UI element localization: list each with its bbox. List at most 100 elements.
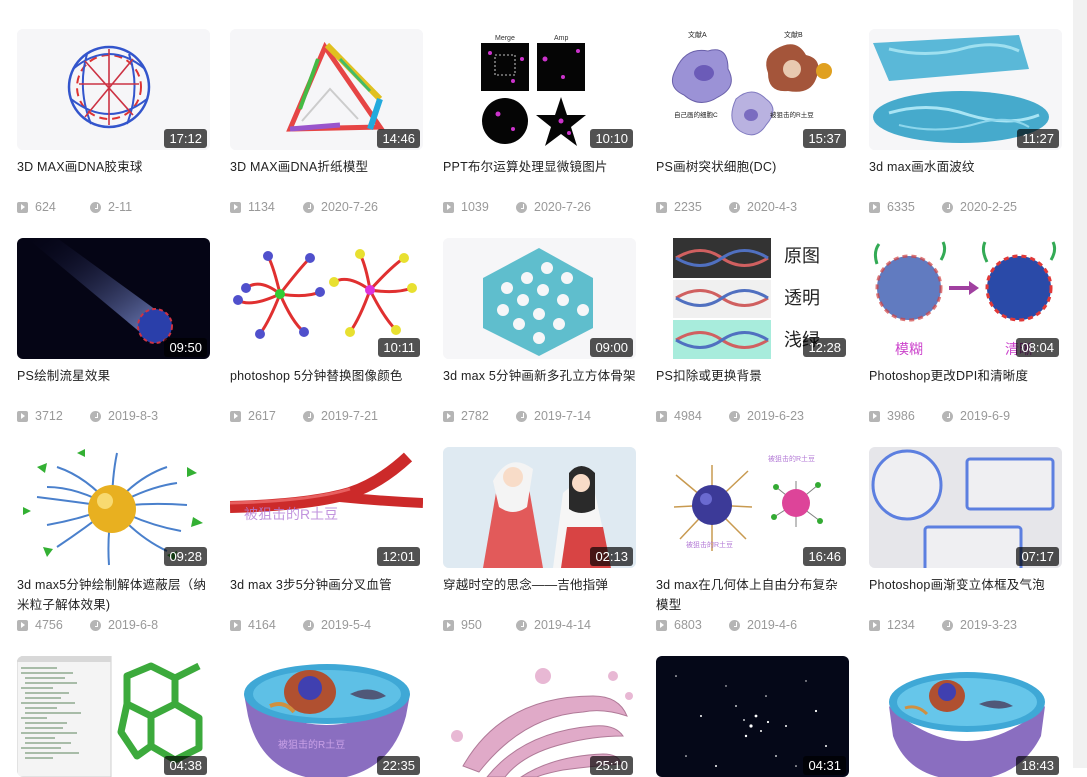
video-title[interactable]: PPT布尔运算处理显微镜图片 bbox=[443, 157, 636, 197]
video-title[interactable]: Photoshop画渐变立体框及气泡 bbox=[869, 575, 1062, 615]
video-title[interactable]: 3D MAX画DNA胶束球 bbox=[17, 157, 210, 197]
video-card[interactable]: 14:46 3D MAX画DNA折纸模型 1134 2020-7-26 bbox=[230, 29, 423, 215]
video-card[interactable]: 被狙击的R土豆 22:35 bbox=[230, 656, 423, 777]
video-card[interactable]: 09:28 3d max5分钟绘制解体遮蔽层（纳米粒子解体效果) 4756 20… bbox=[17, 447, 210, 633]
play-count-icon bbox=[869, 201, 880, 213]
video-card[interactable]: 原图 透明 浅绿 12:28 PS扣除或更换背景 4984 2019-6-23 bbox=[656, 238, 849, 424]
video-card[interactable]: 04:38 bbox=[17, 656, 210, 777]
clock-icon bbox=[729, 619, 740, 631]
clock-icon bbox=[90, 201, 101, 213]
upload-date: 2019-3-23 bbox=[960, 618, 1017, 632]
view-count: 950 bbox=[461, 618, 482, 632]
play-count-icon bbox=[443, 410, 454, 422]
video-card[interactable]: 模糊 清晰 08:04 Photoshop更改DPI和清晰度 3986 2019… bbox=[869, 238, 1062, 424]
video-thumbnail[interactable]: 原图 透明 浅绿 12:28 bbox=[656, 238, 849, 359]
duration-badge: 09:28 bbox=[164, 547, 207, 566]
watermark-text: 被狙击的R土豆 bbox=[244, 506, 338, 522]
upload-date: 2019-4-6 bbox=[747, 618, 798, 632]
video-thumbnail[interactable]: Merge Amp 10:10 bbox=[443, 29, 636, 150]
video-card[interactable]: 09:50 PS绘制流星效果 3712 2019-8-3 bbox=[17, 238, 210, 424]
video-card[interactable]: 02:13 穿越时空的思念——吉他指弹 950 2019-4-14 bbox=[443, 447, 636, 633]
video-title[interactable]: photoshop 5分钟替换图像颜色 bbox=[230, 366, 423, 406]
clock-icon bbox=[729, 410, 740, 422]
label-c: 自己画的细胞C bbox=[674, 110, 718, 119]
video-card[interactable]: 04:31 bbox=[656, 656, 849, 777]
video-title[interactable]: 穿越时空的思念——吉他指弹 bbox=[443, 575, 636, 615]
video-thumbnail[interactable]: 被狙击的R土豆 22:35 bbox=[230, 656, 423, 777]
label-original: 原图 bbox=[784, 246, 820, 266]
video-card[interactable]: 文献A 文献B 自己画的细胞C 被狙击的R土豆 15:37 PS画树突状细胞(D… bbox=[656, 29, 849, 215]
video-title[interactable]: 3d max 3步5分钟画分叉血管 bbox=[230, 575, 423, 615]
duration-badge: 12:28 bbox=[803, 338, 846, 357]
view-count: 4756 bbox=[35, 618, 63, 632]
video-thumbnail[interactable]: 02:13 bbox=[443, 447, 636, 568]
upload-date: 2019-4-14 bbox=[534, 618, 591, 632]
clock-icon bbox=[516, 201, 527, 213]
scrollbar-track[interactable] bbox=[1073, 0, 1087, 768]
duration-badge: 17:12 bbox=[164, 129, 207, 148]
video-meta: 3986 2019-6-9 bbox=[869, 408, 1062, 424]
video-thumbnail[interactable]: 模糊 清晰 08:04 bbox=[869, 238, 1062, 359]
video-card[interactable]: 10:11 photoshop 5分钟替换图像颜色 2617 2019-7-21 bbox=[230, 238, 423, 424]
play-count-icon bbox=[230, 410, 241, 422]
video-title[interactable]: 3D MAX画DNA折纸模型 bbox=[230, 157, 423, 197]
video-card[interactable]: 09:00 3d max 5分钟画新多孔立方体骨架 2782 2019-7-14 bbox=[443, 238, 636, 424]
upload-date: 2020-2-25 bbox=[960, 200, 1017, 214]
video-title[interactable]: 3d max5分钟绘制解体遮蔽层（纳米粒子解体效果) bbox=[17, 575, 210, 615]
video-thumbnail[interactable]: 09:50 bbox=[17, 238, 210, 359]
upload-date: 2020-4-3 bbox=[747, 200, 798, 214]
video-card[interactable]: 17:12 3D MAX画DNA胶束球 624 2-11 bbox=[17, 29, 210, 215]
video-thumbnail[interactable]: 被狙击的R土豆 12:01 bbox=[230, 447, 423, 568]
video-thumbnail[interactable]: 文献A 文献B 自己画的细胞C 被狙击的R土豆 15:37 bbox=[656, 29, 849, 150]
clock-icon bbox=[729, 201, 740, 213]
video-card[interactable]: Merge Amp 10:10 PPT布尔运算处理显微镜图片 1039 2020… bbox=[443, 29, 636, 215]
upload-date: 2019-7-21 bbox=[321, 409, 378, 423]
video-thumbnail[interactable]: 10:11 bbox=[230, 238, 423, 359]
video-title[interactable]: Photoshop更改DPI和清晰度 bbox=[869, 366, 1062, 406]
play-count-icon bbox=[17, 201, 28, 213]
video-title[interactable]: PS绘制流星效果 bbox=[17, 366, 210, 406]
upload-date: 2020-7-26 bbox=[321, 200, 378, 214]
video-card[interactable]: 被狙击的R土豆 被狙击的R土豆 16:46 3d max在几何体上自由分布复杂模… bbox=[656, 447, 849, 633]
upload-date: 2019-6-8 bbox=[108, 618, 159, 632]
view-count: 2617 bbox=[248, 409, 276, 423]
video-thumbnail[interactable]: 被狙击的R土豆 被狙击的R土豆 16:46 bbox=[656, 447, 849, 568]
video-thumbnail[interactable]: 09:28 bbox=[17, 447, 210, 568]
play-count-icon bbox=[656, 410, 667, 422]
clock-icon bbox=[90, 410, 101, 422]
video-title[interactable]: 3d max画水面波纹 bbox=[869, 157, 1062, 197]
video-thumbnail[interactable]: 11:27 bbox=[869, 29, 1062, 150]
video-meta: 624 2-11 bbox=[17, 199, 210, 215]
video-thumbnail[interactable]: 17:12 bbox=[17, 29, 210, 150]
duration-badge: 08:04 bbox=[1016, 338, 1059, 357]
upload-date: 2019-6-23 bbox=[747, 409, 804, 423]
video-meta: 2617 2019-7-21 bbox=[230, 408, 423, 424]
video-title[interactable]: 3d max在几何体上自由分布复杂模型 bbox=[656, 575, 849, 615]
video-card[interactable]: 11:27 3d max画水面波纹 6335 2020-2-25 bbox=[869, 29, 1062, 215]
video-thumbnail[interactable]: 07:17 bbox=[869, 447, 1062, 568]
duration-badge: 14:46 bbox=[377, 129, 420, 148]
view-count: 1234 bbox=[887, 618, 915, 632]
video-thumbnail[interactable]: 04:31 bbox=[656, 656, 849, 777]
view-count: 3986 bbox=[887, 409, 915, 423]
watermark-text: 被狙击的R土豆 bbox=[686, 540, 733, 549]
video-thumbnail[interactable]: 09:00 bbox=[443, 238, 636, 359]
video-card[interactable]: 18:43 bbox=[869, 656, 1062, 777]
video-card[interactable]: 07:17 Photoshop画渐变立体框及气泡 1234 2019-3-23 bbox=[869, 447, 1062, 633]
duration-badge: 09:50 bbox=[164, 338, 207, 357]
clock-icon bbox=[942, 410, 953, 422]
video-thumbnail[interactable]: 14:46 bbox=[230, 29, 423, 150]
video-title[interactable]: 3d max 5分钟画新多孔立方体骨架 bbox=[443, 366, 636, 406]
clock-icon bbox=[942, 619, 953, 631]
video-thumbnail[interactable]: 04:38 bbox=[17, 656, 210, 777]
video-card[interactable]: 25:10 bbox=[443, 656, 636, 777]
clock-icon bbox=[516, 619, 527, 631]
amp-label: Amp bbox=[554, 35, 569, 42]
video-title[interactable]: PS扣除或更换背景 bbox=[656, 366, 849, 406]
duration-badge: 15:37 bbox=[803, 129, 846, 148]
video-thumbnail[interactable]: 18:43 bbox=[869, 656, 1062, 777]
video-card[interactable]: 被狙击的R土豆 12:01 3d max 3步5分钟画分叉血管 4164 201… bbox=[230, 447, 423, 633]
video-title[interactable]: PS画树突状细胞(DC) bbox=[656, 157, 849, 197]
video-thumbnail[interactable]: 25:10 bbox=[443, 656, 636, 777]
view-count: 4164 bbox=[248, 618, 276, 632]
